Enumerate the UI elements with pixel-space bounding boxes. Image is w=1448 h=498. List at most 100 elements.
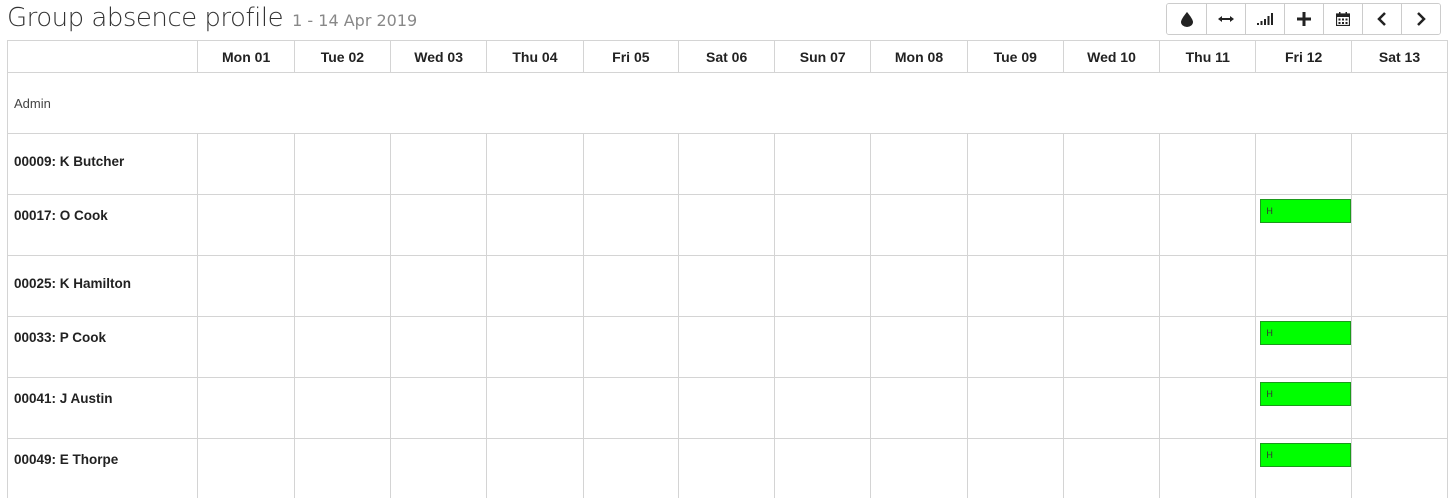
day-cell[interactable]: [774, 255, 872, 317]
day-cell[interactable]: [1350, 377, 1448, 439]
day-cell[interactable]: [389, 194, 488, 256]
day-header[interactable]: Mon 01: [197, 40, 295, 73]
employee-name[interactable]: 00017: O Cook: [7, 194, 199, 256]
day-header[interactable]: Sat 06: [678, 40, 776, 73]
day-cell[interactable]: [966, 255, 1064, 317]
day-cell[interactable]: [966, 377, 1064, 439]
day-cell[interactable]: [293, 133, 391, 195]
day-cell[interactable]: [966, 438, 1064, 498]
day-cell[interactable]: [966, 133, 1064, 195]
day-cell[interactable]: [293, 438, 391, 498]
day-cell[interactable]: H: [1255, 438, 1352, 498]
expand-width-button[interactable]: [1206, 4, 1245, 34]
day-cell[interactable]: [293, 255, 391, 317]
day-header[interactable]: Sun 07: [774, 40, 872, 73]
day-cell[interactable]: [870, 194, 968, 256]
day-cell[interactable]: [293, 194, 391, 256]
day-cell[interactable]: [582, 194, 680, 256]
day-cell[interactable]: [1350, 133, 1448, 195]
day-cell[interactable]: H: [1255, 377, 1352, 439]
absence-block[interactable]: H: [1260, 443, 1352, 467]
day-cell[interactable]: [774, 194, 872, 256]
absence-block[interactable]: H: [1260, 199, 1352, 223]
day-cell[interactable]: [197, 377, 295, 439]
day-cell[interactable]: [966, 194, 1064, 256]
day-cell[interactable]: [389, 255, 488, 317]
day-header[interactable]: Thu 11: [1159, 40, 1257, 73]
day-cell[interactable]: [870, 133, 968, 195]
previous-period-button[interactable]: [1362, 4, 1401, 34]
absence-block[interactable]: H: [1260, 382, 1352, 406]
day-cell[interactable]: [774, 438, 872, 498]
day-header[interactable]: Tue 09: [966, 40, 1064, 73]
day-cell[interactable]: [582, 255, 680, 317]
day-cell[interactable]: [678, 438, 776, 498]
employee-name[interactable]: 00033: P Cook: [7, 316, 199, 378]
day-cell[interactable]: [197, 133, 295, 195]
day-cell[interactable]: [582, 133, 680, 195]
day-cell[interactable]: [1255, 133, 1352, 195]
day-cell[interactable]: H: [1255, 194, 1352, 256]
day-cell[interactable]: [870, 316, 968, 378]
day-cell[interactable]: [678, 377, 776, 439]
day-cell[interactable]: [870, 255, 968, 317]
day-cell[interactable]: [966, 316, 1064, 378]
day-cell[interactable]: [774, 316, 872, 378]
day-header[interactable]: Sat 13: [1350, 40, 1448, 73]
calendar-button[interactable]: [1323, 4, 1362, 34]
day-cell[interactable]: [678, 316, 776, 378]
day-cell[interactable]: [678, 255, 776, 317]
day-cell[interactable]: [1350, 438, 1448, 498]
employee-name[interactable]: 00025: K Hamilton: [7, 255, 199, 317]
employee-name[interactable]: 00049: E Thorpe: [7, 438, 199, 498]
employee-name[interactable]: 00009: K Butcher: [7, 133, 199, 195]
day-cell[interactable]: [1062, 377, 1161, 439]
day-cell[interactable]: [1159, 194, 1257, 256]
day-cell[interactable]: [774, 133, 872, 195]
day-cell[interactable]: [582, 377, 680, 439]
day-cell[interactable]: [870, 377, 968, 439]
day-cell[interactable]: [678, 194, 776, 256]
day-cell[interactable]: [582, 316, 680, 378]
day-cell[interactable]: [389, 316, 488, 378]
day-cell[interactable]: [486, 255, 584, 317]
day-cell[interactable]: [486, 438, 584, 498]
absence-block[interactable]: H: [1260, 321, 1352, 345]
colour-toggle-button[interactable]: [1167, 4, 1206, 34]
day-cell[interactable]: [486, 377, 584, 439]
day-cell[interactable]: [1255, 255, 1352, 317]
day-header[interactable]: Wed 03: [389, 40, 488, 73]
day-header[interactable]: Fri 05: [582, 40, 680, 73]
day-header[interactable]: Tue 02: [293, 40, 391, 73]
next-period-button[interactable]: [1401, 4, 1440, 34]
day-cell[interactable]: [486, 316, 584, 378]
day-cell[interactable]: [1062, 438, 1161, 498]
day-cell[interactable]: [197, 438, 295, 498]
day-header[interactable]: Mon 08: [870, 40, 968, 73]
day-cell[interactable]: [293, 316, 391, 378]
day-header[interactable]: Wed 10: [1062, 40, 1161, 73]
day-cell[interactable]: [197, 316, 295, 378]
day-cell[interactable]: [1350, 194, 1448, 256]
day-cell[interactable]: [678, 133, 776, 195]
day-cell[interactable]: [870, 438, 968, 498]
day-cell[interactable]: [1350, 255, 1448, 317]
day-cell[interactable]: [1350, 316, 1448, 378]
day-cell[interactable]: [774, 377, 872, 439]
day-header[interactable]: Fri 12: [1255, 40, 1352, 73]
day-cell[interactable]: [389, 377, 488, 439]
day-cell[interactable]: [582, 438, 680, 498]
day-cell[interactable]: [1062, 255, 1161, 317]
day-cell[interactable]: [389, 438, 488, 498]
day-cell[interactable]: [486, 133, 584, 195]
day-cell[interactable]: [1062, 194, 1161, 256]
employee-name[interactable]: 00041: J Austin: [7, 377, 199, 439]
day-cell[interactable]: [1062, 316, 1161, 378]
day-cell[interactable]: [1159, 438, 1257, 498]
day-cell[interactable]: [1062, 133, 1161, 195]
day-cell[interactable]: [1159, 255, 1257, 317]
day-cell[interactable]: [197, 255, 295, 317]
day-cell[interactable]: [1159, 133, 1257, 195]
day-cell[interactable]: [1159, 316, 1257, 378]
day-cell[interactable]: [486, 194, 584, 256]
